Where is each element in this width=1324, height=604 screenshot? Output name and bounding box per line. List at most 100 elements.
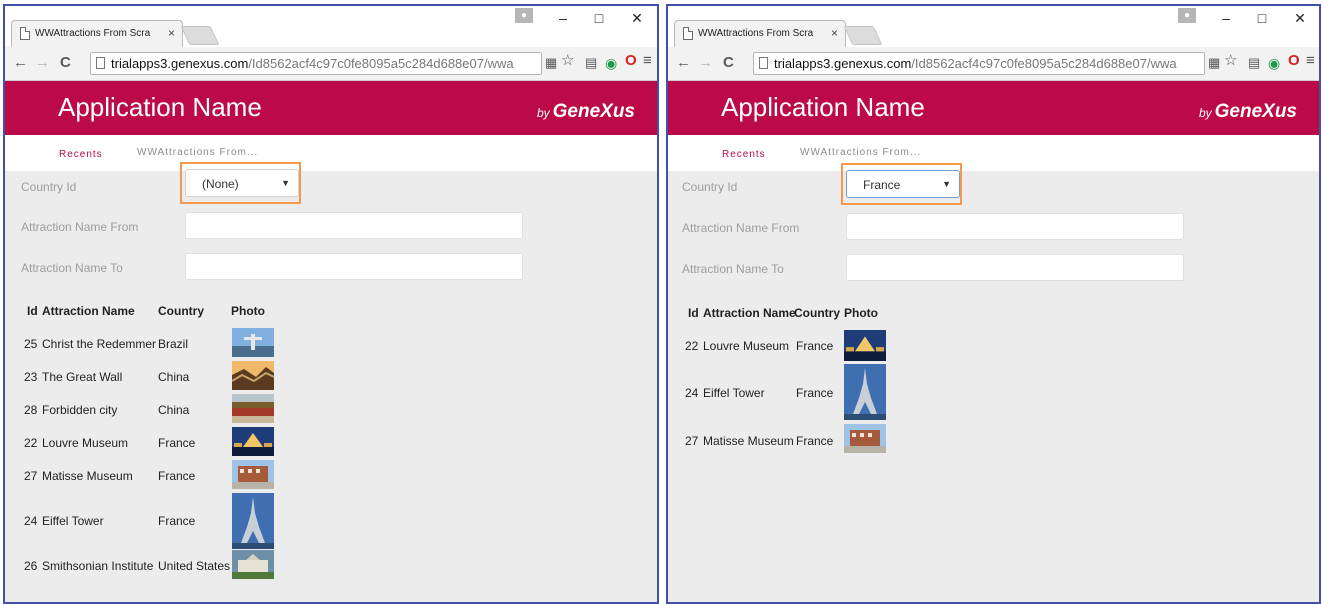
url-path: /Id8562acf4c97c0fe8095a5c284d688e07/wwa xyxy=(248,56,514,71)
louvre-photo[interactable] xyxy=(844,330,886,361)
new-tab-button[interactable] xyxy=(843,26,883,45)
cast-icon[interactable]: ▤ xyxy=(1248,55,1260,71)
tab-close-button[interactable]: × xyxy=(831,26,838,40)
cell-attraction-name[interactable]: Louvre Museum xyxy=(703,339,789,353)
attraction-name-to-label: Attraction Name To xyxy=(21,261,123,275)
brand-name: GeneXus xyxy=(1214,101,1297,122)
cell-country: Brazil xyxy=(158,337,189,351)
menu-icon[interactable]: ≡ xyxy=(643,53,652,69)
cast-icon[interactable]: ▤ xyxy=(585,55,597,71)
minimize-button[interactable]: – xyxy=(553,8,573,28)
extension-icon[interactable]: ◉ xyxy=(605,55,617,71)
opera-icon[interactable]: O xyxy=(1288,53,1300,69)
opera-icon[interactable]: O xyxy=(625,53,637,69)
minimize-button[interactable]: – xyxy=(1216,8,1236,28)
attraction-name-from-input[interactable] xyxy=(846,213,1184,240)
back-icon[interactable]: ← xyxy=(676,54,691,72)
country-id-value: (None) xyxy=(202,177,239,191)
header-photo: Photo xyxy=(844,306,878,320)
browser-tab[interactable]: WWAttractions From Scra × xyxy=(674,20,846,47)
country-id-select[interactable]: France ▼ xyxy=(846,170,960,198)
cell-country: United States xyxy=(158,559,231,573)
page-icon xyxy=(20,27,30,40)
header-photo: Photo xyxy=(231,304,265,318)
country-id-label: Country Id xyxy=(21,180,77,194)
maximize-button[interactable]: □ xyxy=(589,8,609,28)
attraction-name-to-input[interactable] xyxy=(846,254,1184,281)
cell-id: 25 xyxy=(24,337,38,351)
brand-by: by xyxy=(1198,106,1212,120)
page-icon xyxy=(683,27,693,40)
cell-country: France xyxy=(796,339,834,353)
recents-link[interactable]: Recents xyxy=(722,149,766,160)
browser-tab[interactable]: WWAttractions From Scra × xyxy=(11,20,183,47)
bookmark-star-icon[interactable]: ☆ xyxy=(561,53,574,69)
address-bar[interactable]: trialapps3.genexus.com/Id8562acf4c97c0fe… xyxy=(90,52,542,75)
header-attraction-name: Attraction Name xyxy=(703,306,796,320)
reload-icon[interactable]: C xyxy=(60,54,71,72)
browser-window-left: WWAttractions From Scra × ● – □ ✕ ← → C … xyxy=(3,4,659,604)
close-window-button[interactable]: ✕ xyxy=(1290,8,1310,28)
breadcrumb: Recents WWAttractions From... xyxy=(668,135,1319,171)
smithsonian-photo[interactable] xyxy=(232,550,274,579)
tab-title: WWAttractions From Scra xyxy=(698,28,814,39)
louvre-photo[interactable] xyxy=(232,427,274,456)
tab-close-button[interactable]: × xyxy=(168,26,175,40)
header-country: Country xyxy=(794,306,840,320)
page-info-icon xyxy=(96,57,105,69)
cell-attraction-name[interactable]: Eiffel Tower xyxy=(703,386,765,400)
maximize-button[interactable]: □ xyxy=(1252,8,1272,28)
address-bar[interactable]: trialapps3.genexus.com/Id8562acf4c97c0fe… xyxy=(753,52,1205,75)
matisse-museum-photo[interactable] xyxy=(844,424,886,453)
eiffel-tower-photo[interactable] xyxy=(232,493,274,549)
attraction-name-from-label: Attraction Name From xyxy=(682,221,800,235)
breadcrumb-current[interactable]: WWAttractions From... xyxy=(137,147,258,158)
user-icon[interactable]: ● xyxy=(1178,8,1196,23)
country-id-select[interactable]: (None) ▼ xyxy=(185,169,299,197)
cell-attraction-name[interactable]: The Great Wall xyxy=(42,370,122,384)
forbidden-city-photo[interactable] xyxy=(232,394,274,423)
translate-icon[interactable]: ▦ xyxy=(545,55,557,71)
cell-country: France xyxy=(158,514,196,528)
cell-attraction-name[interactable]: Louvre Museum xyxy=(42,436,128,450)
recents-link[interactable]: Recents xyxy=(59,149,103,160)
close-window-button[interactable]: ✕ xyxy=(627,8,647,28)
christ-redeemer-photo[interactable] xyxy=(232,328,274,357)
user-icon[interactable]: ● xyxy=(515,8,533,23)
brand-name: GeneXus xyxy=(552,101,635,122)
cell-id: 24 xyxy=(685,386,699,400)
bookmark-star-icon[interactable]: ☆ xyxy=(1224,53,1237,69)
title-bar: WWAttractions From Scra × ● – □ ✕ xyxy=(668,6,1319,47)
cell-attraction-name[interactable]: Matisse Museum xyxy=(703,434,794,448)
cell-attraction-name[interactable]: Eiffel Tower xyxy=(42,514,104,528)
cell-id: 28 xyxy=(24,403,38,417)
title-bar: WWAttractions From Scra × ● – □ ✕ xyxy=(5,6,657,47)
breadcrumb-current[interactable]: WWAttractions From... xyxy=(800,147,921,158)
cell-id: 23 xyxy=(24,370,38,384)
breadcrumb: Recents WWAttractions From... xyxy=(5,135,657,171)
reload-icon[interactable]: C xyxy=(723,54,734,72)
extension-icon[interactable]: ◉ xyxy=(1268,55,1280,71)
great-wall-photo[interactable] xyxy=(232,361,274,390)
attraction-name-from-input[interactable] xyxy=(185,212,523,239)
app-header: Application Name by GeneXus xyxy=(668,81,1319,135)
cell-country: China xyxy=(158,403,190,417)
cell-attraction-name[interactable]: Christ the Redemmer xyxy=(42,337,156,351)
new-tab-button[interactable] xyxy=(180,26,220,45)
translate-icon[interactable]: ▦ xyxy=(1208,55,1220,71)
header-attraction-name: Attraction Name xyxy=(42,304,135,318)
cell-attraction-name[interactable]: Smithsonian Institute xyxy=(42,559,153,573)
cell-attraction-name[interactable]: Matisse Museum xyxy=(42,469,133,483)
attraction-name-to-input[interactable] xyxy=(185,253,523,280)
forward-icon[interactable]: → xyxy=(35,54,50,72)
menu-icon[interactable]: ≡ xyxy=(1306,53,1315,69)
eiffel-tower-photo[interactable] xyxy=(844,364,886,420)
cell-country: France xyxy=(158,436,196,450)
cell-attraction-name[interactable]: Forbidden city xyxy=(42,403,117,417)
url-host: trialapps3.genexus.com xyxy=(774,56,912,71)
genexus-logo: by GeneXus xyxy=(1199,101,1297,123)
url-host: trialapps3.genexus.com xyxy=(111,56,249,71)
back-icon[interactable]: ← xyxy=(13,54,28,72)
matisse-museum-photo[interactable] xyxy=(232,460,274,489)
forward-icon[interactable]: → xyxy=(698,54,713,72)
